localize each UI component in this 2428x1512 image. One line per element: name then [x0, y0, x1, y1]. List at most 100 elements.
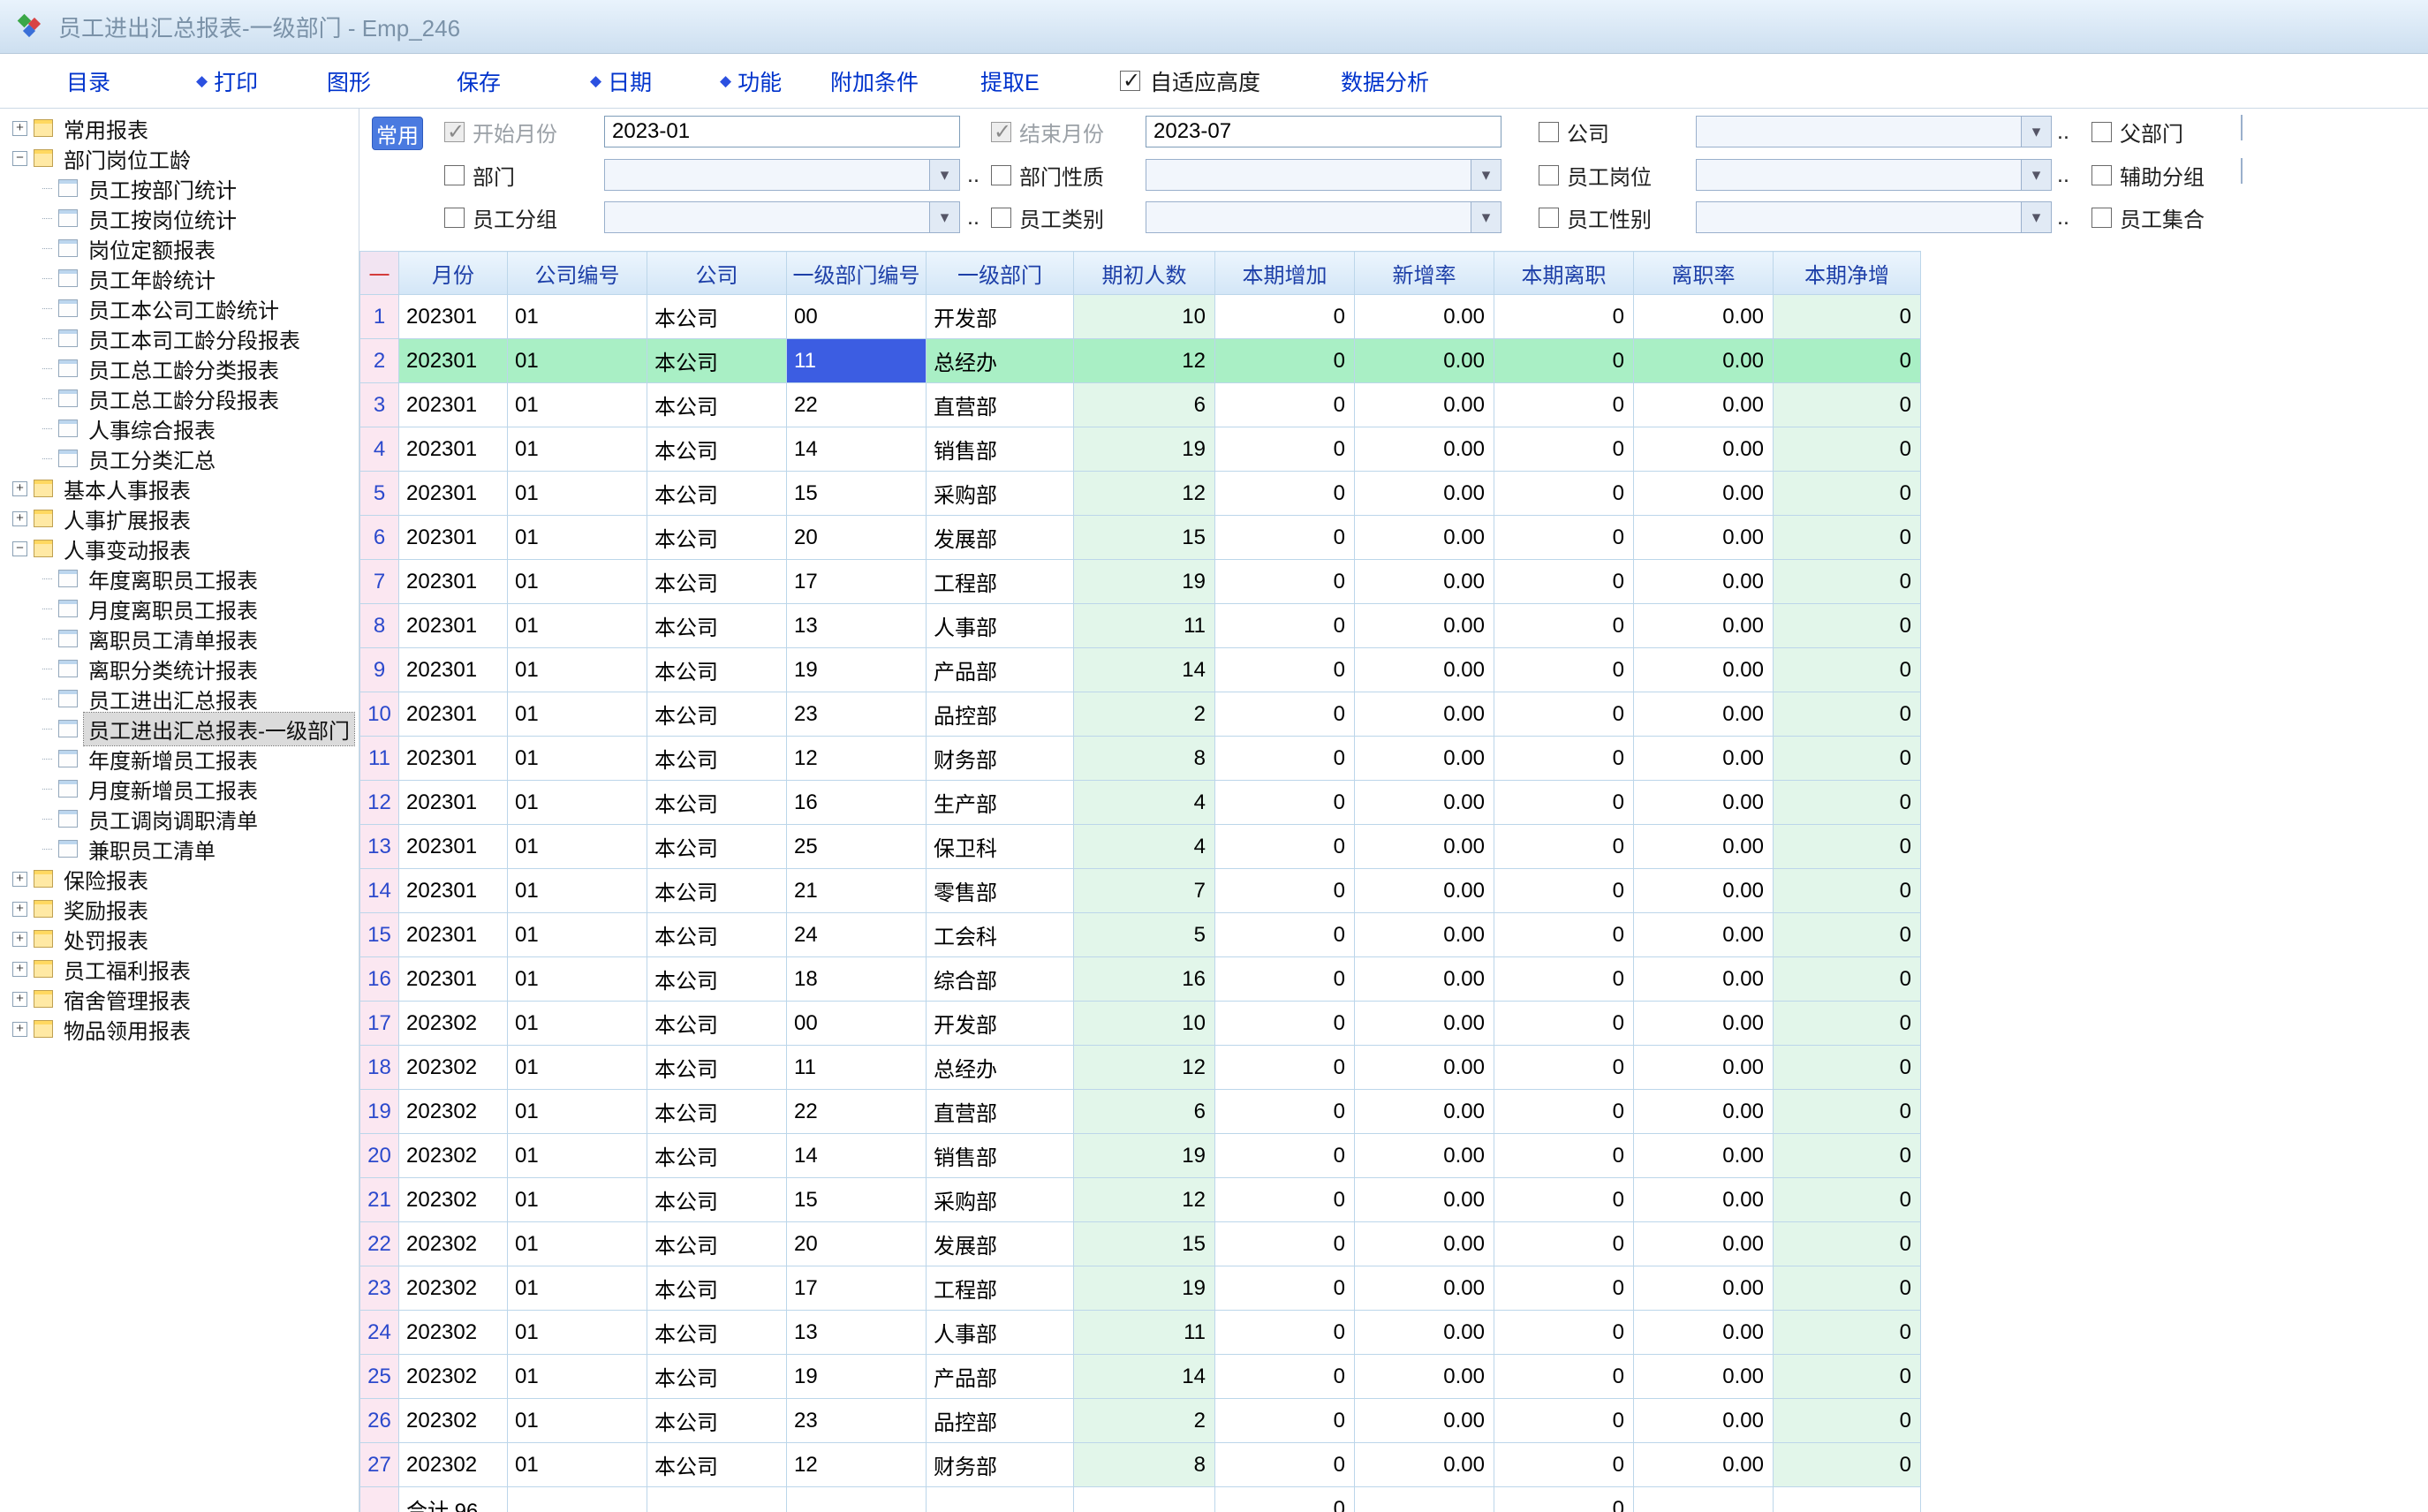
table-cell[interactable]: 0.00 [1634, 560, 1774, 604]
table-cell[interactable]: 13 [787, 1311, 927, 1355]
emp-group-combo[interactable]: ▾ [604, 201, 960, 233]
emp-post-combo[interactable]: ▾ [1696, 159, 2052, 191]
table-cell[interactable]: 本公司 [647, 692, 787, 737]
table-cell[interactable]: 202301 [399, 913, 508, 957]
table-cell[interactable]: 19 [787, 1355, 927, 1399]
table-cell[interactable]: 本公司 [647, 1002, 787, 1046]
row-header[interactable]: 17 [360, 1002, 399, 1046]
row-header[interactable]: 1 [360, 295, 399, 339]
table-cell[interactable]: 21 [787, 869, 927, 913]
table-cell[interactable]: 0 [1215, 339, 1355, 383]
table-cell[interactable]: 0 [1215, 604, 1355, 648]
table-cell[interactable]: 01 [508, 1266, 647, 1311]
table-cell[interactable]: 0.00 [1634, 1443, 1774, 1487]
table-cell[interactable]: 财务部 [927, 1443, 1074, 1487]
table-cell[interactable]: 4 [1074, 825, 1215, 869]
table-cell[interactable]: 202302 [399, 1443, 508, 1487]
table-cell[interactable]: 0.00 [1355, 472, 1494, 516]
table-cell[interactable]: 00 [787, 295, 927, 339]
data-analysis-button[interactable]: 数据分析 [1341, 54, 1429, 108]
table-cell[interactable]: 6 [1074, 1090, 1215, 1134]
expand-icon[interactable]: + [12, 992, 27, 1007]
table-cell[interactable]: 202302 [399, 1046, 508, 1090]
tree-item[interactable]: 员工总工龄分段报表 [0, 383, 359, 413]
column-header[interactable]: 月份 [399, 252, 508, 295]
table-cell[interactable]: 0 [1215, 1311, 1355, 1355]
table-cell[interactable]: 0 [1215, 648, 1355, 692]
table-cell[interactable]: 01 [508, 648, 647, 692]
table-cell[interactable]: 0.00 [1355, 1002, 1494, 1046]
table-cell[interactable]: 0 [1774, 339, 1921, 383]
row-header[interactable]: 10 [360, 692, 399, 737]
table-cell[interactable]: 10 [1074, 295, 1215, 339]
row-header[interactable]: 21 [360, 1178, 399, 1222]
table-cell[interactable]: 本公司 [647, 1399, 787, 1443]
tree-item[interactable]: 员工按部门统计 [0, 173, 359, 203]
table-cell[interactable]: 202301 [399, 604, 508, 648]
table-cell[interactable]: 0 [1774, 295, 1921, 339]
collapse-icon[interactable]: − [12, 151, 27, 166]
table-cell[interactable]: 0 [1494, 383, 1634, 427]
table-cell[interactable]: 0.00 [1634, 825, 1774, 869]
table-cell[interactable]: 本公司 [647, 913, 787, 957]
table-cell[interactable]: 01 [508, 825, 647, 869]
table-cell[interactable]: 生产部 [927, 781, 1074, 825]
table-cell[interactable]: 01 [508, 1355, 647, 1399]
table-cell[interactable]: 01 [508, 692, 647, 737]
table-cell[interactable]: 0.00 [1634, 913, 1774, 957]
table-cell[interactable]: 0.00 [1634, 781, 1774, 825]
column-header[interactable]: 公司编号 [508, 252, 647, 295]
table-cell[interactable]: 5 [1074, 913, 1215, 957]
table-cell[interactable]: 本公司 [647, 737, 787, 781]
table-cell[interactable]: 0.00 [1634, 1311, 1774, 1355]
tree-item[interactable]: 员工调岗调职清单 [0, 804, 359, 834]
row-header[interactable]: 23 [360, 1266, 399, 1311]
table-cell[interactable]: 本公司 [647, 1222, 787, 1266]
table-cell[interactable]: 0.00 [1634, 957, 1774, 1002]
table-cell[interactable]: 202301 [399, 472, 508, 516]
table-cell[interactable]: 202301 [399, 516, 508, 560]
table-cell[interactable]: 0 [1215, 869, 1355, 913]
table-cell[interactable]: 0 [1215, 1355, 1355, 1399]
row-header[interactable]: 13 [360, 825, 399, 869]
row-header[interactable]: 19 [360, 1090, 399, 1134]
table-cell[interactable]: 0.00 [1634, 692, 1774, 737]
company-lookup-button[interactable]: .. [2057, 116, 2069, 147]
chevron-down-icon[interactable]: ▾ [1471, 202, 1501, 232]
table-cell[interactable]: 0 [1494, 648, 1634, 692]
tree-item[interactable]: 员工进出汇总报表-一级部门 [0, 714, 359, 744]
table-cell[interactable]: 202302 [399, 1178, 508, 1222]
table-cell[interactable]: 0 [1215, 1002, 1355, 1046]
table-cell[interactable]: 202301 [399, 692, 508, 737]
table-cell[interactable]: 0 [1215, 1134, 1355, 1178]
row-header[interactable]: 18 [360, 1046, 399, 1090]
table-cell[interactable]: 0.00 [1355, 825, 1494, 869]
table-cell[interactable]: 0 [1494, 1311, 1634, 1355]
table-cell[interactable]: 0.00 [1355, 913, 1494, 957]
row-header[interactable]: 24 [360, 1311, 399, 1355]
table-cell[interactable]: 0 [1215, 472, 1355, 516]
table-cell[interactable]: 11 [1074, 604, 1215, 648]
table-cell[interactable]: 0.00 [1355, 1090, 1494, 1134]
table-cell[interactable]: 01 [508, 339, 647, 383]
menu-item-7[interactable]: 附加条件 [830, 54, 919, 108]
table-cell[interactable]: 销售部 [927, 1134, 1074, 1178]
table-cell[interactable]: 202302 [399, 1090, 508, 1134]
table-cell[interactable]: 0.00 [1355, 869, 1494, 913]
table-cell[interactable]: 0 [1774, 737, 1921, 781]
table-cell[interactable]: 01 [508, 913, 647, 957]
expand-icon[interactable]: + [12, 511, 27, 526]
table-cell[interactable]: 0 [1494, 295, 1634, 339]
row-header[interactable]: 27 [360, 1443, 399, 1487]
row-header[interactable]: 3 [360, 383, 399, 427]
table-cell[interactable]: 0 [1494, 737, 1634, 781]
table-cell[interactable]: 本公司 [647, 1355, 787, 1399]
expand-icon[interactable]: + [12, 902, 27, 917]
table-cell[interactable]: 本公司 [647, 781, 787, 825]
table-cell[interactable]: 0 [1494, 560, 1634, 604]
table-cell[interactable]: 0.00 [1634, 295, 1774, 339]
table-cell[interactable]: 本公司 [647, 648, 787, 692]
table-cell[interactable]: 01 [508, 295, 647, 339]
table-cell[interactable]: 0 [1494, 604, 1634, 648]
table-cell[interactable]: 0.00 [1634, 604, 1774, 648]
